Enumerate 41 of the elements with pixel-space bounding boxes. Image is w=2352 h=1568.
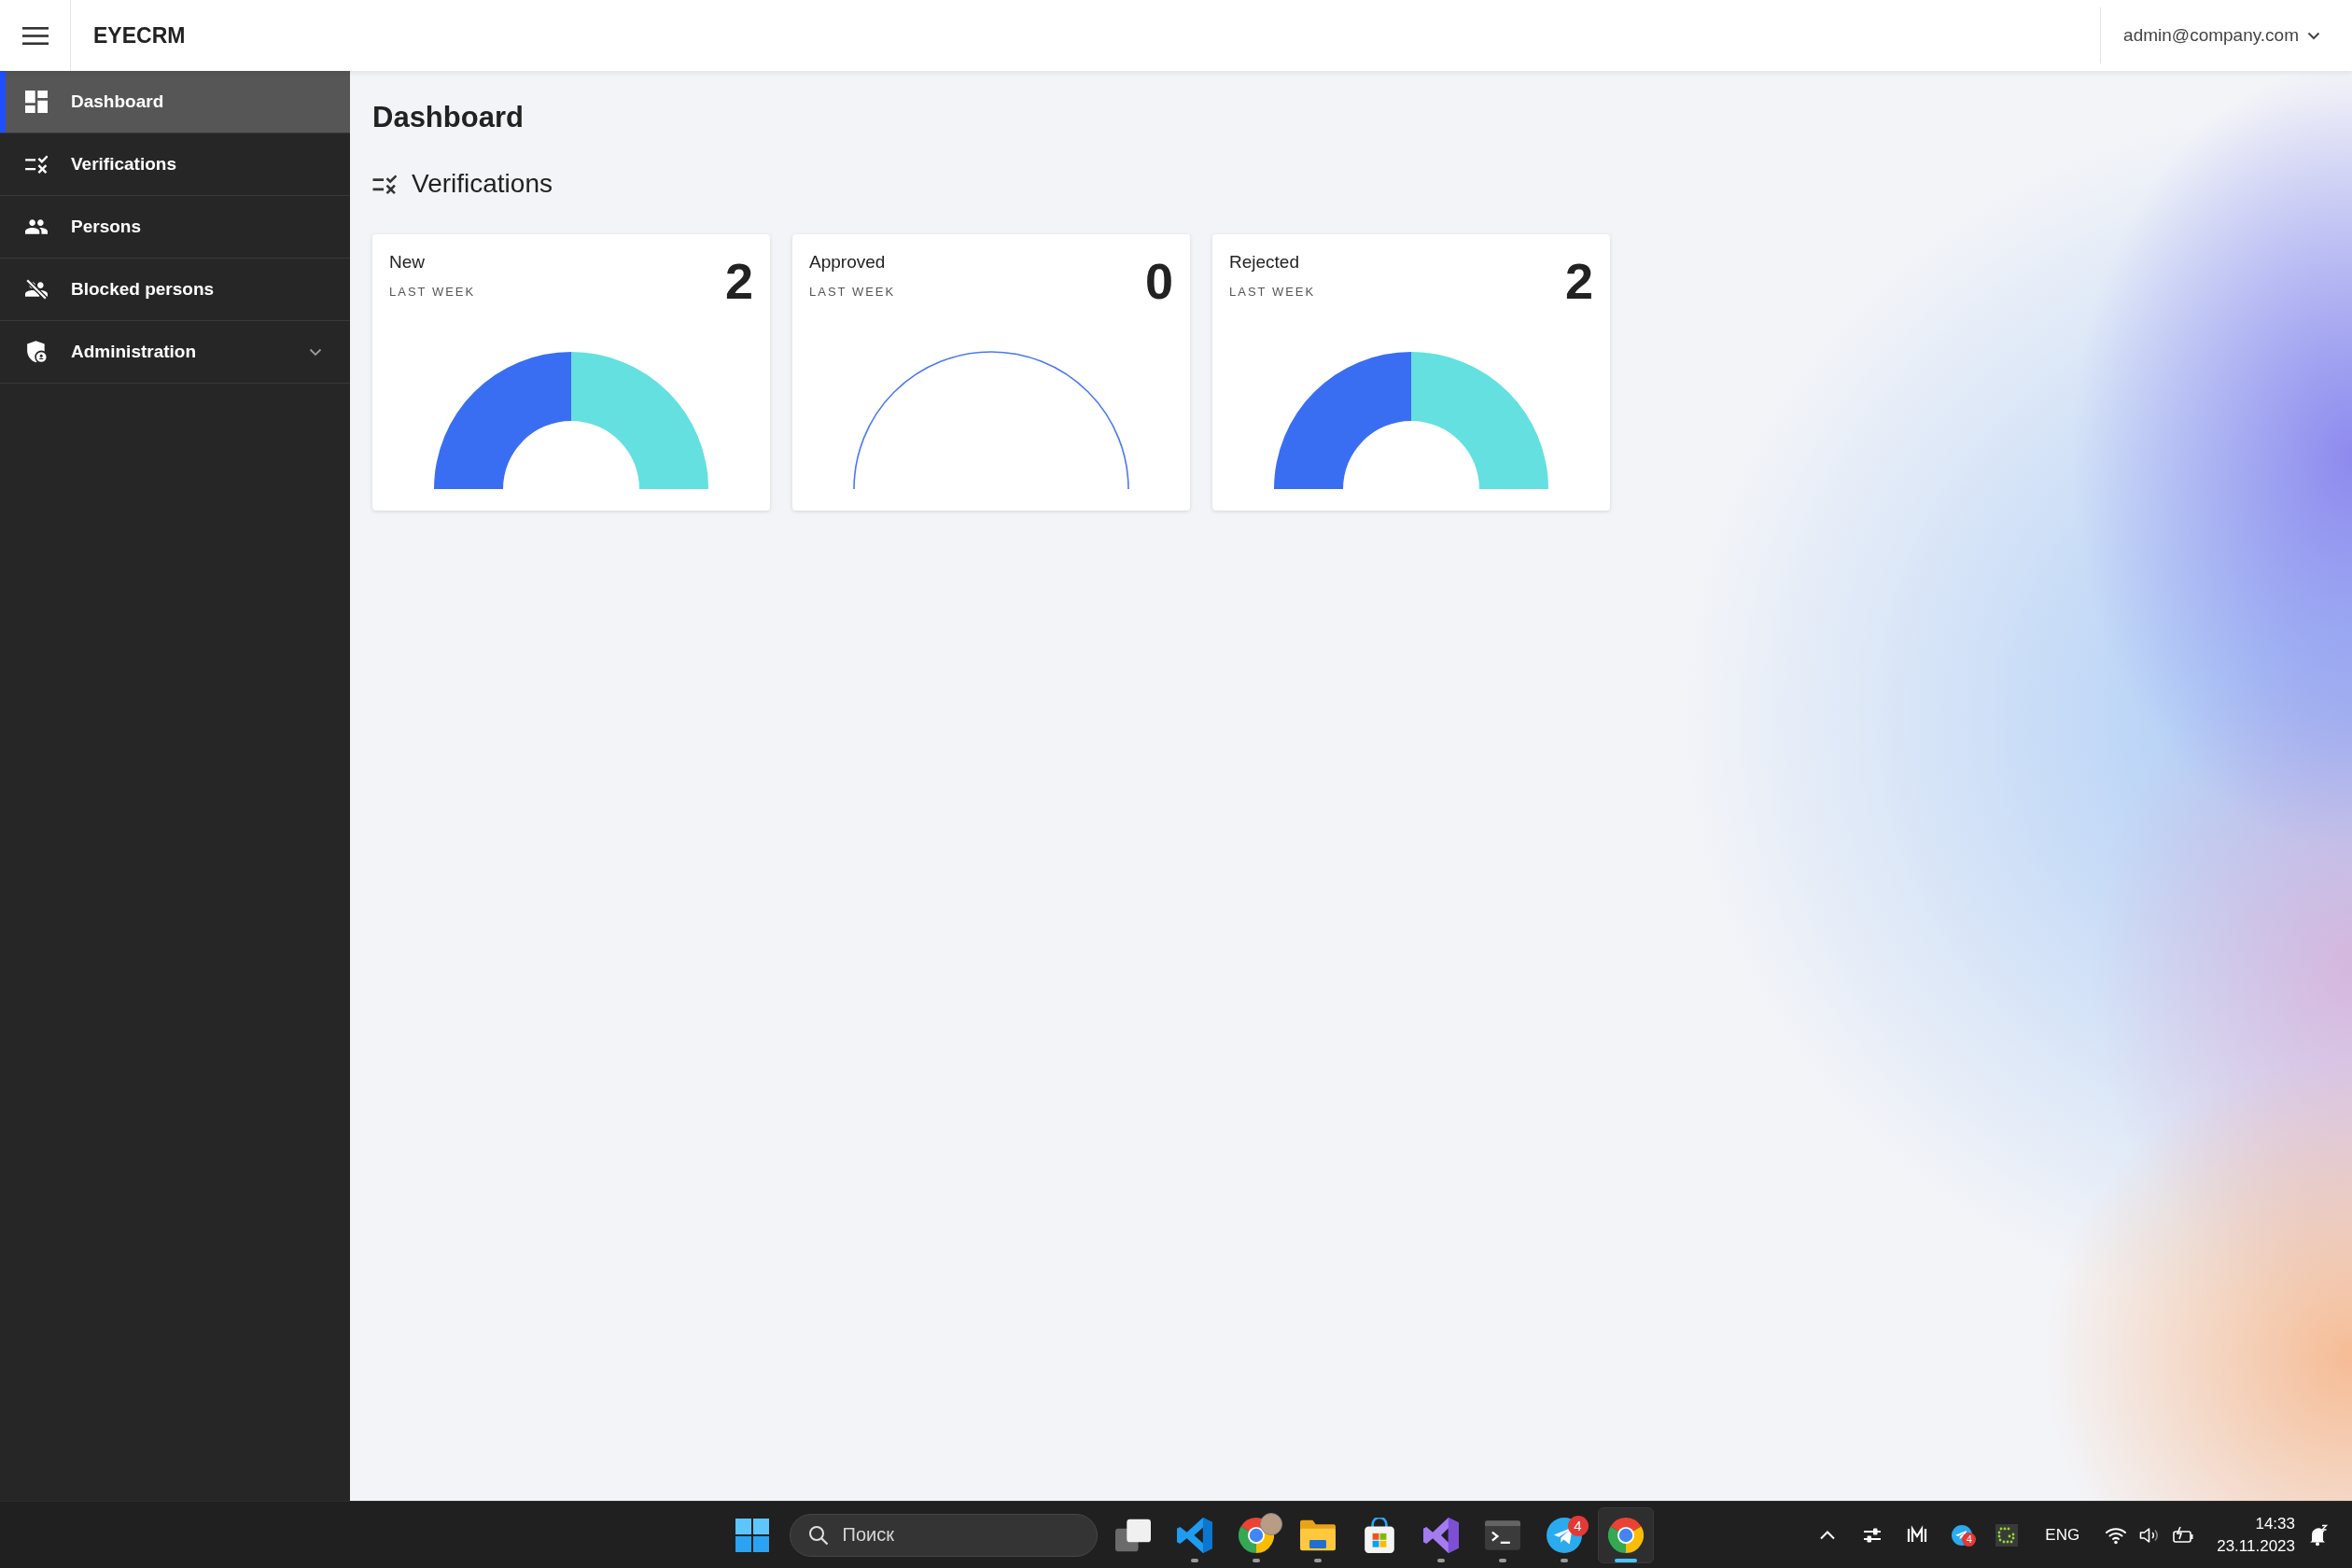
dotted-square-icon[interactable]: [1995, 1523, 2019, 1547]
menu-button[interactable]: [0, 0, 71, 71]
card-period: LAST WEEK: [389, 285, 476, 300]
sidebar-item[interactable]: Administration: [0, 321, 350, 384]
menu-icon: [21, 26, 49, 45]
clock-date: 23.11.2023: [2217, 1535, 2295, 1557]
checklist-icon: [25, 155, 48, 174]
people-crossed-icon: [25, 279, 48, 300]
card-label: New: [389, 251, 426, 273]
overlapping-windows-icon: [1114, 1517, 1151, 1553]
shield-icon: [26, 341, 47, 363]
segmented-circle-icon: [1607, 1517, 1644, 1553]
card-count: 2: [1564, 256, 1593, 306]
card-period: LAST WEEK: [809, 285, 896, 300]
card-label: Approved: [809, 251, 887, 273]
sidebar-item[interactable]: Blocked persons: [0, 259, 350, 321]
twisted-ribbon-icon: [1422, 1517, 1459, 1553]
four-squares-icon: [735, 1518, 769, 1552]
taskbar-app-button[interactable]: 4: [1535, 1506, 1592, 1563]
checklist-icon: [372, 174, 397, 194]
brand-title: EYECRM: [93, 22, 186, 49]
avatar-icon: [1259, 1512, 1282, 1535]
dashboard-icon: [25, 91, 48, 113]
page-title: Dashboard: [372, 100, 525, 134]
language-indicator[interactable]: ENG: [2045, 1525, 2080, 1545]
search-icon: [807, 1524, 829, 1546]
chevron-down-icon: [2307, 31, 2320, 40]
card-count: 0: [1144, 256, 1173, 306]
bell-icon[interactable]: [2307, 1523, 2330, 1547]
card-label: Rejected: [1229, 251, 1300, 273]
count-badge: 4: [1567, 1515, 1589, 1536]
taskbar-app-button[interactable]: [1597, 1506, 1654, 1563]
sidebar-item[interactable]: Dashboard: [0, 71, 350, 133]
folded-ribbon-icon: [1176, 1517, 1212, 1553]
card-period: LAST WEEK: [1229, 285, 1316, 300]
user-menu[interactable]: admin@company.com: [2100, 7, 2352, 63]
clock-time: 14:33: [2255, 1513, 2295, 1534]
people-icon: [25, 219, 48, 234]
section-title: Verifications: [412, 168, 553, 200]
card-count: 2: [724, 256, 753, 306]
search-field[interactable]: Поиск: [789, 1513, 1098, 1557]
